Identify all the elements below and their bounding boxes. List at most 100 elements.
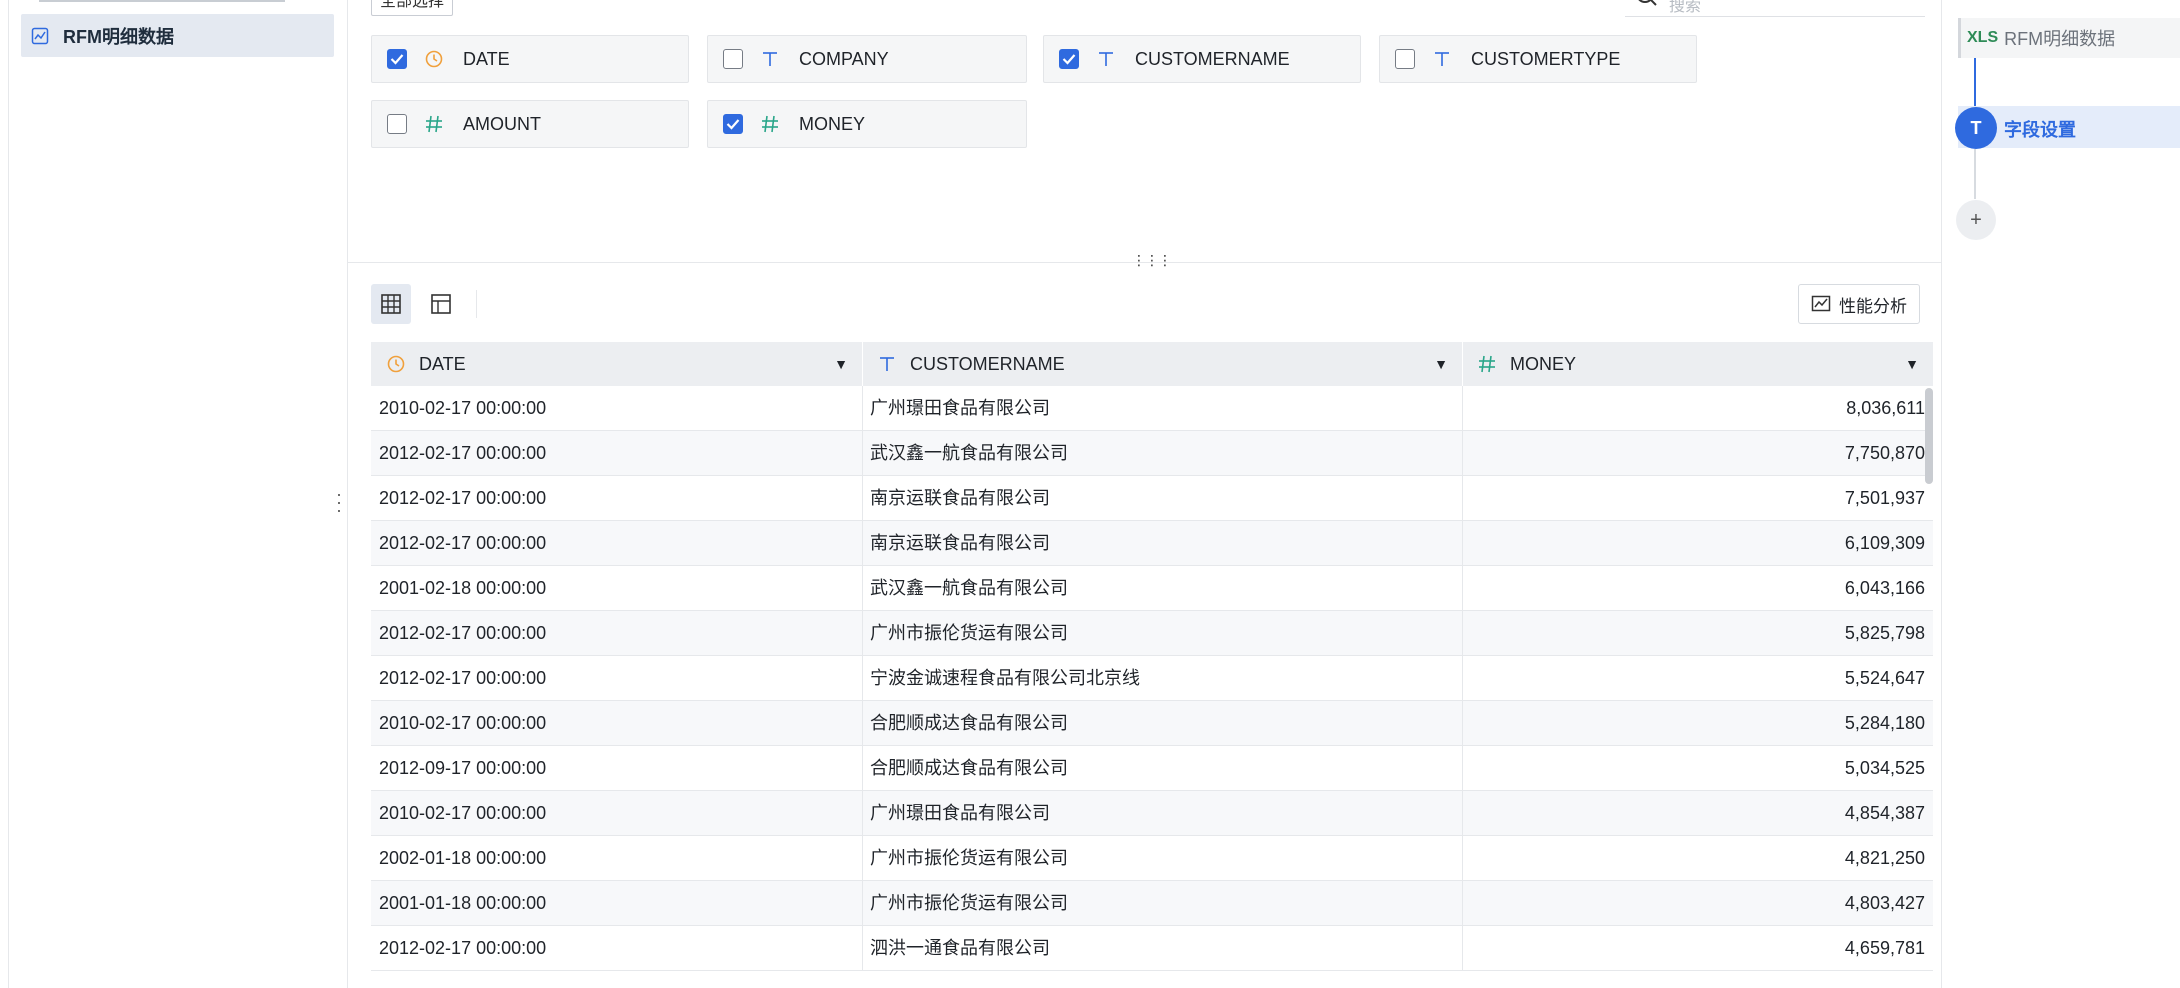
field-settings-icon[interactable]: T	[1955, 107, 1997, 149]
column-divider	[862, 431, 863, 475]
check-icon	[390, 54, 404, 65]
header-separator	[862, 342, 863, 386]
field-checkbox[interactable]	[387, 114, 407, 134]
column-type-icon-wrap	[385, 353, 407, 375]
table-row[interactable]: 2010-02-17 00:00:00 广州璟田食品有限公司 8,036,611	[371, 386, 1933, 431]
table-row[interactable]: 2012-02-17 00:00:00 武汉鑫一航食品有限公司 7,750,870	[371, 431, 1933, 476]
field-card-date[interactable]: DATE	[371, 35, 689, 83]
table-cell-money: 7,501,937	[1844, 488, 1925, 508]
plus-icon: +	[1970, 208, 1982, 231]
table-cell-customername: 合肥顺成达食品有限公司	[870, 758, 1068, 778]
column-divider	[1462, 656, 1463, 700]
table-cell-date: 2012-02-17 00:00:00	[379, 938, 547, 958]
table-row[interactable]: 2001-02-18 00:00:00 武汉鑫一航食品有限公司 6,043,166	[371, 566, 1933, 611]
sort-dropdown-icon[interactable]: ▼	[1434, 356, 1448, 372]
table-cell-date: 2012-02-17 00:00:00	[379, 668, 547, 688]
field-card-customertype[interactable]: CUSTOMERTYPE	[1379, 35, 1697, 83]
performance-icon	[1811, 295, 1831, 312]
field-type-icon-wrap	[1095, 48, 1117, 70]
field-card-money[interactable]: MONEY	[707, 100, 1027, 148]
text-type-icon	[1435, 52, 1449, 66]
field-name: DATE	[463, 48, 510, 69]
column-divider	[1462, 881, 1463, 925]
column-header-date[interactable]: DATE ▼	[371, 342, 862, 386]
field-checkbox[interactable]	[387, 49, 407, 69]
table-row[interactable]: 2012-02-17 00:00:00 南京运联食品有限公司 7,501,937	[371, 476, 1933, 521]
source-node[interactable]: XLS RFM明细数据	[1958, 18, 2180, 58]
table-cell-date: 2012-02-17 00:00:00	[379, 533, 547, 553]
table-cell-customername: 合肥顺成达食品有限公司	[870, 713, 1068, 733]
column-type-icon-wrap	[876, 353, 898, 375]
column-divider	[862, 386, 863, 430]
field-search-input[interactable]: 搜索	[1625, 0, 1925, 17]
table-row[interactable]: 2012-02-17 00:00:00 广州市振伦货运有限公司 5,825,798	[371, 611, 1933, 656]
table-row[interactable]: 2010-02-17 00:00:00 合肥顺成达食品有限公司 5,284,180	[371, 701, 1933, 746]
column-divider	[862, 566, 863, 610]
column-divider	[1462, 746, 1463, 790]
field-checkbox[interactable]	[723, 114, 743, 134]
pivot-view-button[interactable]	[421, 284, 461, 324]
table-row[interactable]: 2001-01-18 00:00:00 广州市振伦货运有限公司 4,803,427	[371, 881, 1933, 926]
header-separator	[1462, 342, 1463, 386]
flow-connector	[1974, 149, 1976, 199]
field-checkbox[interactable]	[1059, 49, 1079, 69]
panel-resize-handle[interactable]: ⋮⋮⋮	[1132, 252, 1172, 269]
column-divider	[862, 476, 863, 520]
performance-label: 性能分析	[1839, 296, 1907, 316]
table-cell-customername: 南京运联食品有限公司	[870, 488, 1050, 508]
table-cell-money: 5,284,180	[1844, 713, 1925, 733]
left-sidebar: RFM明细数据	[8, 0, 348, 988]
field-card-customername[interactable]: CUSTOMERNAME	[1043, 35, 1361, 83]
search-icon	[1638, 0, 1657, 6]
add-step-button[interactable]: +	[1956, 200, 1996, 240]
xls-icon: XLS	[1967, 29, 1999, 46]
table-row[interactable]: 2012-02-17 00:00:00 泗洪一通食品有限公司 4,659,781	[371, 926, 1933, 971]
number-type-icon	[426, 115, 442, 133]
flow-connector	[1974, 58, 1976, 110]
table-cell-customername: 武汉鑫一航食品有限公司	[870, 443, 1068, 463]
table-row[interactable]: 2012-09-17 00:00:00 合肥顺成达食品有限公司 5,034,525	[371, 746, 1933, 791]
sort-dropdown-icon[interactable]: ▼	[834, 356, 848, 372]
table-cell-date: 2012-02-17 00:00:00	[379, 488, 547, 508]
text-type-icon	[880, 357, 894, 371]
column-divider	[1462, 386, 1463, 430]
field-card-amount[interactable]: AMOUNT	[371, 100, 689, 148]
column-divider	[862, 881, 863, 925]
select-all-button[interactable]: 全部选择	[371, 0, 454, 16]
grid-view-button[interactable]	[371, 284, 411, 324]
search-placeholder: 搜索	[1669, 0, 1702, 15]
table-row[interactable]: 2010-02-17 00:00:00 广州璟田食品有限公司 4,854,387	[371, 791, 1933, 836]
field-name: CUSTOMERNAME	[1135, 48, 1290, 69]
column-header-money[interactable]: MONEY ▼	[1462, 342, 1933, 386]
sidebar-resize-handle[interactable]: · · ·	[334, 485, 344, 519]
table-cell-money: 5,825,798	[1844, 623, 1925, 643]
table-cell-money: 8,036,611	[1846, 398, 1925, 418]
column-divider	[862, 791, 863, 835]
layout-icon	[431, 294, 451, 314]
number-type-icon	[762, 115, 778, 133]
table-scrollbar[interactable]	[1925, 388, 1933, 484]
text-type-icon	[763, 52, 777, 66]
table-row[interactable]: 2012-02-17 00:00:00 宁波金诚速程食品有限公司北京线 5,524,…	[371, 656, 1933, 701]
field-name: AMOUNT	[463, 113, 541, 134]
number-type-icon	[1479, 355, 1495, 373]
field-type-icon-wrap	[759, 113, 781, 135]
field-checkbox[interactable]	[1395, 49, 1415, 69]
table-cell-customername: 宁波金诚速程食品有限公司北京线	[870, 668, 1140, 688]
column-divider	[862, 611, 863, 655]
column-divider	[862, 521, 863, 565]
field-type-icon-wrap	[423, 48, 445, 70]
sidebar-item-rfm[interactable]: RFM明细数据	[21, 14, 334, 57]
sort-dropdown-icon[interactable]: ▼	[1905, 356, 1919, 372]
field-card-company[interactable]: COMPANY	[707, 35, 1027, 83]
field-checkbox[interactable]	[723, 49, 743, 69]
column-header-label: DATE	[419, 353, 466, 374]
column-header-customername[interactable]: CUSTOMERNAME ▼	[862, 342, 1462, 386]
performance-analysis-button[interactable]: 性能分析	[1798, 284, 1920, 324]
table-row[interactable]: 2002-01-18 00:00:00 广州市振伦货运有限公司 4,821,250	[371, 836, 1933, 881]
table-row[interactable]: 2012-02-17 00:00:00 南京运联食品有限公司 6,109,309	[371, 521, 1933, 566]
column-header-label: MONEY	[1510, 353, 1577, 374]
table-cell-date: 2010-02-17 00:00:00	[379, 803, 547, 823]
table-cell-money: 5,034,525	[1844, 758, 1925, 778]
step-node-label[interactable]: 字段设置	[2004, 116, 2076, 142]
